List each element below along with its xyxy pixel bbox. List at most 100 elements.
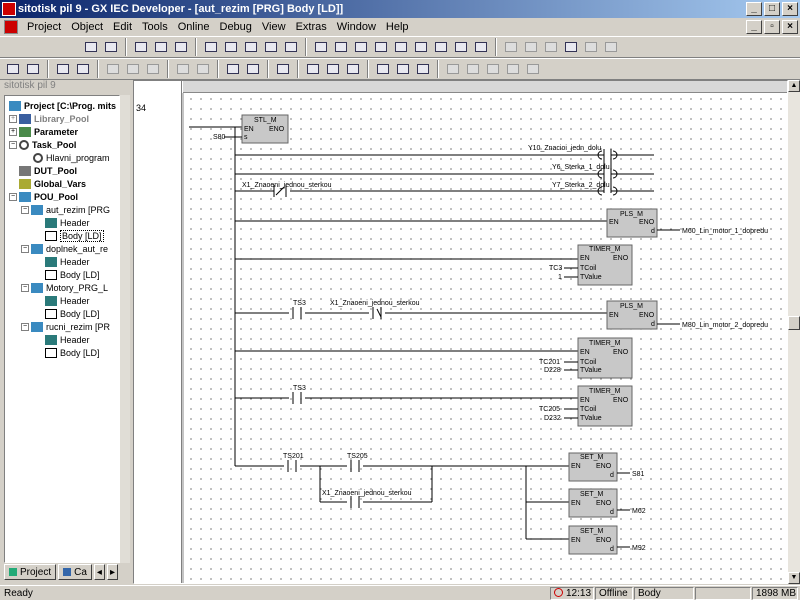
d228-variable[interactable]: D228	[544, 367, 561, 374]
online-1-icon[interactable]	[444, 60, 462, 78]
tree-body-ld[interactable]: Body [LD]	[45, 269, 100, 281]
menu-object[interactable]: Object	[66, 21, 108, 33]
function-block-icon[interactable]	[172, 38, 190, 56]
d232-variable[interactable]: D232	[544, 415, 561, 422]
expand-icon[interactable]: +	[9, 115, 17, 123]
redo-icon[interactable]	[194, 60, 212, 78]
pls-m-label[interactable]: PLS_M	[620, 303, 643, 310]
menu-help[interactable]: Help	[381, 21, 414, 33]
parallel-contact-icon[interactable]	[242, 38, 260, 56]
tc201-variable[interactable]: TC201	[539, 359, 560, 366]
move-left-icon[interactable]	[502, 38, 520, 56]
editor-vertical-scrollbar[interactable]: ▲ ▼	[788, 80, 800, 584]
jump-icon[interactable]	[452, 38, 470, 56]
tree-rucni[interactable]: − rucni_rezim [PR	[21, 321, 110, 333]
vertical-line-icon[interactable]	[332, 38, 350, 56]
collapse-icon[interactable]: −	[21, 245, 29, 253]
tree-pou-pool[interactable]: − POU_Pool	[9, 191, 78, 203]
contact-nc-icon[interactable]	[222, 38, 240, 56]
scroll-thumb[interactable]	[788, 316, 800, 330]
tree-header[interactable]: Header	[45, 256, 90, 268]
variable-icon[interactable]	[352, 38, 370, 56]
split-icon[interactable]	[602, 38, 620, 56]
menu-view[interactable]: View	[257, 21, 291, 33]
y7-variable[interactable]: Y7_Sterka_2_dolu	[552, 182, 610, 189]
collapse-icon[interactable]: −	[9, 193, 17, 201]
rising-edge-icon[interactable]	[282, 38, 300, 56]
monitor-icon[interactable]	[542, 38, 560, 56]
tree-motory[interactable]: − Motory_PRG_L	[21, 282, 108, 294]
undo-icon[interactable]	[174, 60, 192, 78]
tree-body-ld[interactable]: Body [LD]	[45, 308, 100, 320]
menu-project[interactable]: Project	[22, 21, 66, 33]
ts205-contact-label[interactable]: TS205	[347, 453, 368, 460]
s80-variable[interactable]: S80	[213, 134, 226, 141]
expand-icon[interactable]: +	[9, 128, 17, 136]
ts201-contact-label[interactable]: TS201	[283, 453, 304, 460]
tab-project[interactable]: Project	[4, 564, 57, 580]
ts3-contact-label[interactable]: TS3	[293, 385, 306, 392]
pls-m-label[interactable]: PLS_M	[620, 211, 643, 218]
tree-body-ld[interactable]: Body [LD]	[45, 347, 100, 359]
m62-variable[interactable]: M62	[632, 508, 646, 515]
constant-one[interactable]: 1	[558, 274, 562, 281]
save-icon[interactable]	[24, 60, 42, 78]
timer-m-label[interactable]: TIMER_M	[589, 340, 621, 347]
copy-icon[interactable]	[124, 60, 142, 78]
ladder-editor[interactable]: 34 STL_M EN ENO s S80 Y10_Znacioi_jedn_d…	[133, 80, 788, 584]
paste-icon[interactable]	[144, 60, 162, 78]
tab-scroll-right[interactable]: ▸	[106, 564, 118, 580]
navigator-scrollbar[interactable]	[120, 95, 130, 563]
new-object-icon[interactable]	[244, 60, 262, 78]
print-preview-icon[interactable]	[74, 60, 92, 78]
tree-task-pool[interactable]: − Task_Pool	[9, 139, 76, 151]
online-2-icon[interactable]	[464, 60, 482, 78]
comment-icon[interactable]	[472, 38, 490, 56]
y10-variable[interactable]: Y10_Znacioi_jedn_dolu	[528, 145, 601, 152]
m92-variable[interactable]: M92	[632, 545, 646, 552]
menu-online[interactable]: Online	[173, 21, 215, 33]
tree-body-ld[interactable]: Body [LD]	[45, 230, 104, 242]
collapse-icon[interactable]: −	[21, 206, 29, 214]
mdi-close-button[interactable]: ×	[782, 20, 798, 34]
select-mode-icon[interactable]	[102, 38, 120, 56]
compile-icon[interactable]	[274, 60, 292, 78]
cross-reference-icon[interactable]	[304, 60, 322, 78]
collapse-icon[interactable]: −	[9, 141, 17, 149]
x1-contact-label[interactable]: X1_Znaoeni_jednou_sterkou	[242, 182, 332, 189]
device-list-icon[interactable]	[344, 60, 362, 78]
tc205-variable[interactable]: TC205	[539, 406, 560, 413]
negated-coil-icon[interactable]	[392, 38, 410, 56]
contact-tool-icon[interactable]	[152, 38, 170, 56]
online-5-icon[interactable]	[524, 60, 542, 78]
build-icon[interactable]	[374, 60, 392, 78]
transfer-icon[interactable]	[414, 60, 432, 78]
m60-variable[interactable]: M60_Lin_motor_1_dopredu	[682, 228, 768, 235]
menu-extras[interactable]: Extras	[291, 21, 332, 33]
mdi-restore-button[interactable]: ▫	[764, 20, 780, 34]
scroll-down-icon[interactable]: ▼	[788, 572, 800, 584]
coil-icon[interactable]	[372, 38, 390, 56]
tree-parameter[interactable]: + Parameter	[9, 126, 78, 138]
project-tree[interactable]: Project [C:\Prog. mits + Library_Pool + …	[4, 95, 120, 563]
zoom-icon[interactable]	[582, 38, 600, 56]
document-icon[interactable]	[4, 20, 18, 34]
collapse-icon[interactable]: −	[21, 323, 29, 331]
tree-root[interactable]: Project [C:\Prog. mits	[9, 100, 116, 112]
tree-header[interactable]: Header	[45, 217, 90, 229]
timer-m-label[interactable]: TIMER_M	[589, 246, 621, 253]
mdi-minimize-button[interactable]: _	[746, 20, 762, 34]
cut-icon[interactable]	[104, 60, 122, 78]
s81-variable[interactable]: S81	[632, 471, 645, 478]
tab-calls[interactable]: Ca	[58, 564, 92, 580]
set-m-label[interactable]: SET_M	[580, 528, 604, 535]
scroll-up-icon[interactable]: ▲	[788, 80, 800, 92]
parallel-nc-icon[interactable]	[262, 38, 280, 56]
table-icon[interactable]	[562, 38, 580, 56]
tc3-variable[interactable]: TC3	[549, 265, 562, 272]
minimize-button[interactable]: _	[746, 2, 762, 16]
menu-debug[interactable]: Debug	[215, 21, 257, 33]
tree-header[interactable]: Header	[45, 334, 90, 346]
x1-contact-label[interactable]: X1_Znaoeni_jednou_sterkou	[330, 300, 420, 307]
menu-edit[interactable]: Edit	[108, 21, 137, 33]
